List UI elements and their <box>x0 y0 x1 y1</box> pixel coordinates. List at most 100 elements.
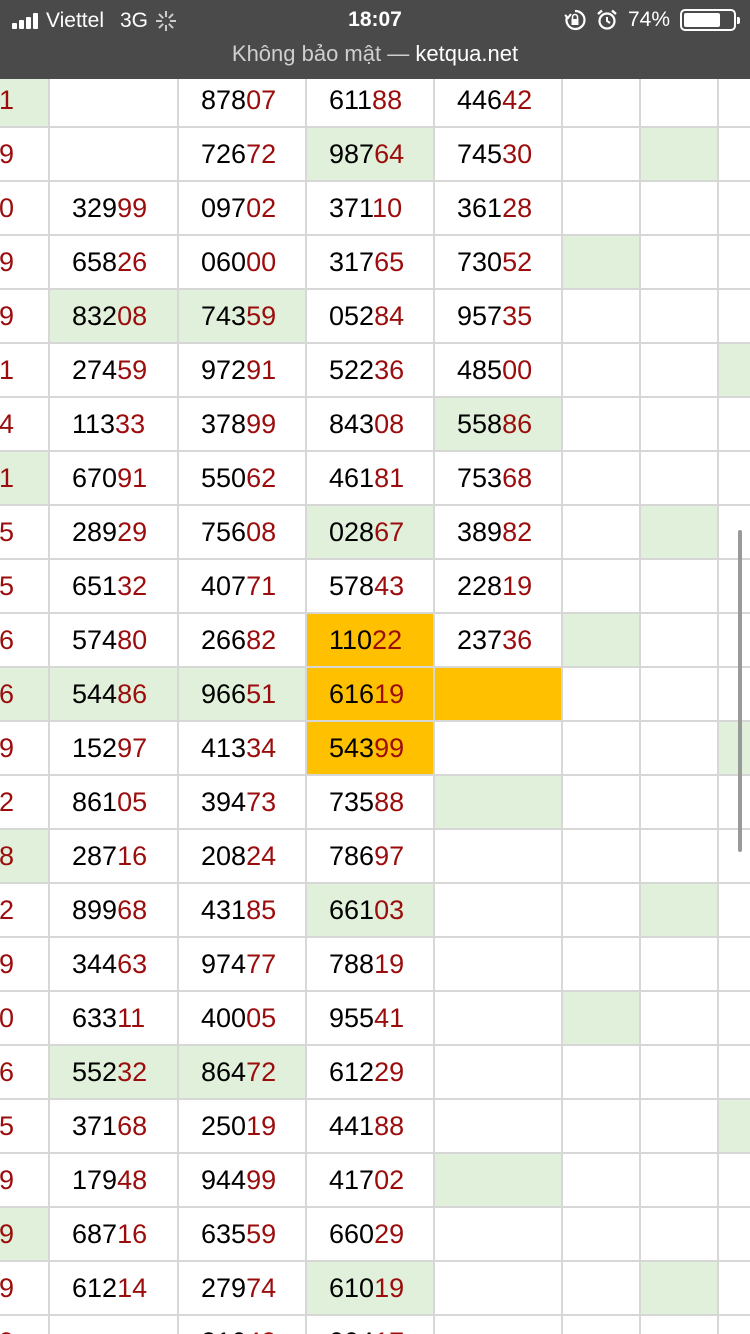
number-head: 287 <box>72 841 118 871</box>
table-cell: 38982 <box>435 506 563 560</box>
table-cell: 30 <box>0 182 50 236</box>
number-head: 266 <box>201 625 247 655</box>
number-tail: 45 <box>0 517 15 547</box>
number-head: 329 <box>72 193 118 223</box>
number-tail: 65 <box>374 247 405 277</box>
site-domain: ketqua.net <box>415 41 519 66</box>
number-tail: 00 <box>246 247 277 277</box>
table-cell <box>435 722 563 776</box>
table-cell <box>435 938 563 992</box>
table-cell: 57480 <box>50 614 179 668</box>
table-cell: 61619 <box>307 668 435 722</box>
table-cell: 37899 <box>179 398 307 452</box>
number-tail: 08 <box>374 409 405 439</box>
table-cell <box>435 884 563 938</box>
number-tail: 85 <box>246 895 277 925</box>
table-cell: 10 <box>0 992 50 1046</box>
number-head: 861 <box>72 787 118 817</box>
table-cell <box>641 182 719 236</box>
url-bar[interactable]: Không bảo mật — ketqua.net <box>0 42 750 79</box>
table-cell <box>719 938 750 992</box>
table-cell <box>719 560 750 614</box>
number-tail: 10 <box>0 1003 15 1033</box>
table-cell <box>563 830 641 884</box>
number-tail: 67 <box>374 517 405 547</box>
number-head: 208 <box>201 841 247 871</box>
table-cell <box>563 1262 641 1316</box>
number-head: 378 <box>201 409 247 439</box>
number-tail: 91 <box>117 463 148 493</box>
number-tail: 68 <box>117 1111 148 1141</box>
number-head: 611 <box>329 85 373 115</box>
number-head: 735 <box>329 787 375 817</box>
number-head: 052 <box>329 301 375 331</box>
table-cell <box>563 344 641 398</box>
number-head: 552 <box>72 1057 118 1087</box>
table-cell <box>435 992 563 1046</box>
table-cell <box>50 79 179 128</box>
table-cell: 00417 <box>307 1316 435 1334</box>
number-tail: 86 <box>502 409 533 439</box>
table-cell: 57843 <box>307 560 435 614</box>
table-cell: 08 <box>0 830 50 884</box>
number-tail: 35 <box>502 301 533 331</box>
table-cell <box>563 992 641 1046</box>
number-head: 660 <box>329 1219 375 1249</box>
table-cell: 34463 <box>50 938 179 992</box>
number-head: 317 <box>329 247 375 277</box>
table-cell: 21642 <box>179 1316 307 1334</box>
table-cell <box>563 398 641 452</box>
number-head: 899 <box>72 895 118 925</box>
table-cell <box>719 506 750 560</box>
table-cell: 55 <box>0 1100 50 1154</box>
number-tail: 28 <box>502 193 533 223</box>
number-tail: 17 <box>374 1327 404 1334</box>
number-tail: 02 <box>374 1165 405 1195</box>
table-cell: 45 <box>0 506 50 560</box>
table-cell: 02867 <box>307 506 435 560</box>
table-cell <box>563 452 641 506</box>
number-tail: 14 <box>117 1273 148 1303</box>
number-head: 522 <box>329 355 375 385</box>
number-tail: 86 <box>0 625 15 655</box>
number-head: 864 <box>201 1057 247 1087</box>
table-cell <box>719 776 750 830</box>
number-tail: 05 <box>117 787 148 817</box>
table-cell: 61229 <box>307 1046 435 1100</box>
number-tail: 97 <box>117 733 148 763</box>
number-tail: 08 <box>0 841 15 871</box>
number-tail: 86 <box>117 679 148 709</box>
number-head: 543 <box>329 733 375 763</box>
rotation-lock-icon <box>564 9 586 31</box>
number-head: 743 <box>201 301 247 331</box>
table-cell: 63559 <box>179 1208 307 1262</box>
table-cell: 06000 <box>179 236 307 290</box>
table-cell: 22819 <box>435 560 563 614</box>
number-tail: 91 <box>0 85 15 115</box>
table-cell: 89968 <box>50 884 179 938</box>
number-tail: 29 <box>117 517 148 547</box>
table-cell <box>563 938 641 992</box>
table-cell <box>563 290 641 344</box>
number-head: 788 <box>329 949 375 979</box>
number-head: 651 <box>72 571 118 601</box>
results-table: 9187807611884464289726729876474530303299… <box>0 79 750 1334</box>
number-tail: 55 <box>0 571 15 601</box>
table-cell: 84308 <box>307 398 435 452</box>
number-head: 441 <box>329 1111 375 1141</box>
table-cell <box>641 1316 719 1334</box>
table-cell: 79 <box>0 236 50 290</box>
table-cell <box>641 884 719 938</box>
table-cell <box>719 830 750 884</box>
table-cell <box>563 79 641 128</box>
table-cell: 73588 <box>307 776 435 830</box>
table-cell <box>563 236 641 290</box>
number-tail: 42 <box>502 85 533 115</box>
table-cell <box>435 1262 563 1316</box>
number-head: 661 <box>329 895 375 925</box>
table-cell: 55062 <box>179 452 307 506</box>
number-tail: 59 <box>117 355 148 385</box>
table-cell: 49 <box>0 1208 50 1262</box>
scrollbar[interactable] <box>738 530 742 852</box>
table-cell: 37110 <box>307 182 435 236</box>
